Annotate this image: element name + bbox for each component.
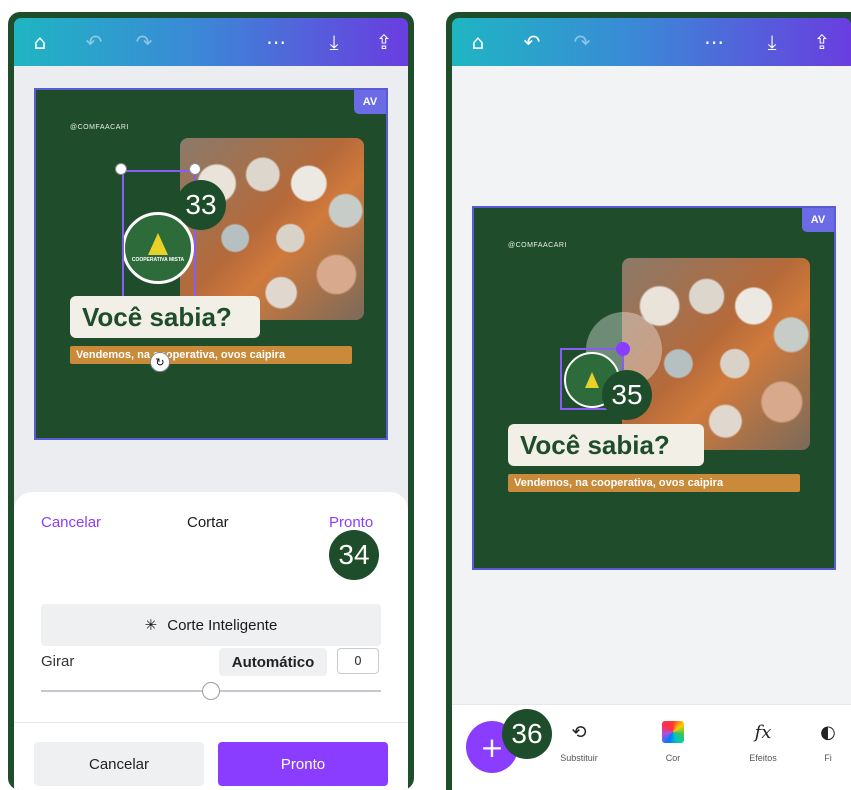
headline-text[interactable]: Você sabia?: [70, 296, 260, 338]
subheadline-text[interactable]: Vendemos, na cooperativa, ovos caipira: [70, 346, 352, 364]
download-icon[interactable]: ⤓: [322, 30, 346, 54]
top-toolbar: ⌂ ↶ ↷ ⋯ ⤓ ⇪: [452, 18, 851, 66]
step-marker: 35: [602, 370, 652, 420]
smart-crop-button[interactable]: ✳ Corte Inteligente: [41, 604, 381, 646]
top-toolbar: ⌂ ↶ ↷ ⋯ ⤓ ⇪: [14, 18, 408, 66]
color-icon: [662, 719, 684, 745]
replace-icon: ⟲: [571, 721, 587, 743]
home-icon[interactable]: ⌂: [28, 30, 52, 54]
done-link[interactable]: Pronto: [329, 514, 373, 531]
tool-replace[interactable]: ⟲ Substituir: [544, 719, 614, 764]
undo-icon[interactable]: ↶: [520, 30, 544, 54]
tool-label: Efeitos: [749, 753, 777, 763]
plus-icon: +: [480, 730, 504, 764]
tool-effects[interactable]: fx Efeitos: [728, 719, 798, 764]
cancel-button[interactable]: Cancelar: [34, 742, 204, 786]
crop-bottom-sheet: Cancelar Cortar Pronto 34 ✳ Corte Inteli…: [14, 492, 408, 790]
cancel-link[interactable]: Cancelar: [41, 514, 101, 531]
page-badge: AV: [802, 208, 834, 232]
bottom-toolbar: + 36 ⟲ Substituir Cor fx Efeitos ◐ Fi: [452, 704, 851, 790]
rotate-handle-icon[interactable]: ↻: [150, 352, 170, 372]
filter-icon: ◐: [820, 721, 836, 743]
tool-filters[interactable]: ◐ Fi: [808, 719, 848, 764]
more-icon[interactable]: ⋯: [702, 30, 726, 54]
selection-handle[interactable]: [616, 342, 630, 356]
tool-label: Cor: [665, 753, 681, 763]
crop-handle-top-right[interactable]: [189, 163, 201, 175]
auto-rotate-button[interactable]: Automático: [219, 648, 327, 676]
more-icon[interactable]: ⋯: [264, 30, 288, 54]
home-icon[interactable]: ⌂: [466, 30, 490, 54]
divider: [14, 722, 408, 723]
social-handle: @COMFAACARI: [70, 124, 129, 131]
headline-text[interactable]: Você sabia?: [508, 424, 704, 466]
rotate-value-input[interactable]: 0: [337, 648, 379, 674]
share-icon[interactable]: ⇪: [372, 30, 396, 54]
smart-crop-label: Corte Inteligente: [167, 616, 278, 634]
rotate-label: Girar: [41, 653, 75, 670]
sheet-title: Cortar: [187, 514, 229, 531]
rotate-slider-thumb[interactable]: [202, 682, 220, 700]
step-marker: 33: [176, 180, 226, 230]
right-screen: ⌂ ↶ ↷ ⋯ ⤓ ⇪ AV @COMFAACARI Você sabia? V…: [452, 18, 851, 790]
design-card[interactable]: AV @COMFAACARI COOPERATIVA MISTA Você sa…: [34, 88, 388, 440]
undo-icon[interactable]: ↶: [82, 30, 106, 54]
step-marker: 34: [329, 530, 379, 580]
done-button[interactable]: Pronto: [218, 742, 388, 786]
page-badge: AV: [354, 90, 386, 114]
sparkle-icon: ✳: [144, 617, 158, 634]
redo-icon[interactable]: ↷: [570, 30, 594, 54]
subheadline-text[interactable]: Vendemos, na cooperativa, ovos caipira: [508, 474, 800, 492]
crop-handle-top-left[interactable]: [115, 163, 127, 175]
share-icon[interactable]: ⇪: [810, 30, 834, 54]
left-phone-frame: ⌂ ↶ ↷ ⋯ ⤓ ⇪ AV @COMFAACARI COOPERATIVA M…: [8, 12, 414, 790]
fx-icon: fx: [754, 721, 772, 743]
redo-icon[interactable]: ↷: [132, 30, 156, 54]
left-screen: ⌂ ↶ ↷ ⋯ ⤓ ⇪ AV @COMFAACARI COOPERATIVA M…: [14, 18, 408, 790]
editor-canvas: AV @COMFAACARI Você sabia? Vendemos, na …: [452, 66, 851, 790]
download-icon[interactable]: ⤓: [760, 30, 784, 54]
right-phone-frame: ⌂ ↶ ↷ ⋯ ⤓ ⇪ AV @COMFAACARI Você sabia? V…: [446, 12, 851, 790]
tool-color[interactable]: Cor: [638, 719, 708, 763]
social-handle: @COMFAACARI: [508, 242, 567, 249]
tool-label: Fi: [824, 753, 832, 763]
tool-label: Substituir: [560, 753, 598, 763]
design-card[interactable]: AV @COMFAACARI Você sabia? Vendemos, na …: [472, 206, 836, 570]
